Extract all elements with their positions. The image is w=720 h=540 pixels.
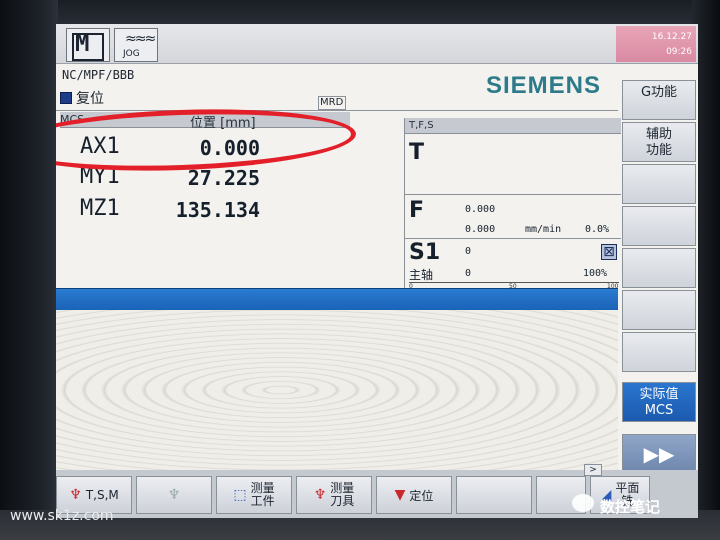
softkey-label: T,S,M <box>85 488 119 502</box>
machine-mode-button[interactable]: M <box>66 28 110 62</box>
divider <box>56 110 618 111</box>
divider <box>405 194 621 195</box>
screen-moire-area <box>56 310 618 470</box>
axis-position: 135.134 <box>175 198 260 222</box>
empty-softkey[interactable] <box>456 476 532 514</box>
feed-override-value: 0.000 <box>465 224 496 235</box>
feed-percent: 0.0% <box>585 224 610 235</box>
empty-softkey[interactable] <box>622 206 696 246</box>
empty-softkey[interactable] <box>622 332 696 372</box>
program-path: NC/MPF/BBB <box>62 68 135 82</box>
tool-icon: ♆ <box>167 487 181 503</box>
reset-status-text: 复位 <box>76 91 104 107</box>
next-page-softkey[interactable]: ▶▶ <box>622 434 696 474</box>
axis-row: MZ1 135.134 <box>60 196 350 224</box>
empty-softkey[interactable] <box>622 164 696 204</box>
spindle-percent: 100% <box>583 268 608 279</box>
more-softkeys-arrow[interactable]: > <box>584 464 602 476</box>
empty-softkey[interactable] <box>622 248 696 288</box>
spindle-sublabel: 主轴 <box>409 268 434 282</box>
jog-wave-icon: ≈≈≈ <box>125 31 156 47</box>
tfs-title: T,F,S <box>405 118 621 134</box>
spindle-stop-icon: ⊠ <box>601 244 617 260</box>
program-block-bar <box>56 288 618 310</box>
wechat-logo-icon <box>572 494 594 512</box>
actual-value-mcs-softkey[interactable]: 实际值 MCS <box>622 382 696 422</box>
cnc-screen: M ≈≈≈ JOG 16.12.27 09:26 NC/MPF/BBB SIEM… <box>56 24 698 518</box>
workpiece-icon: ⬚ <box>233 487 247 503</box>
empty-softkey[interactable]: ♆ <box>136 476 212 514</box>
measure-tool-softkey[interactable]: ♆ 测量 刀具 <box>296 476 372 514</box>
watermark-url: www.sk1z.com <box>10 508 114 524</box>
tool-icon: ♆ <box>69 487 82 503</box>
jog-label: JOG <box>123 49 140 59</box>
jog-mode-button[interactable]: ≈≈≈ JOG <box>114 28 158 62</box>
spindle-override: 0 <box>465 268 472 279</box>
feed-label: F <box>409 198 425 223</box>
time-text: 09:26 <box>666 47 692 57</box>
softkey-label: 测量 工件 <box>250 481 275 508</box>
watermark-brand: 数控笔记 <box>600 498 661 516</box>
position-softkey[interactable]: ▼ 定位 <box>376 476 452 514</box>
date-text: 16.12.27 <box>651 32 692 42</box>
tool-label: T <box>409 140 425 165</box>
double-chevron-right-icon: ▶▶ <box>643 442 675 466</box>
divider <box>405 238 621 239</box>
tfs-panel: T,F,S T F 0.000 0.000 mm/min 0.0% S1 主轴 … <box>404 118 621 290</box>
softkey-label: 定位 <box>409 488 434 503</box>
monitor-bezel-left <box>0 0 58 540</box>
softkey-label: 测量 刀具 <box>330 481 355 508</box>
mrd-indicator: MRD <box>318 96 346 110</box>
feed-unit: mm/min <box>525 224 562 235</box>
spindle-label: S1 <box>409 240 441 265</box>
softkey-label: 辅助 功能 <box>645 127 672 158</box>
axis-name: MZ1 <box>80 196 120 221</box>
header-bar: M ≈≈≈ JOG 16.12.27 09:26 <box>56 24 698 64</box>
measure-workpiece-softkey[interactable]: ⬚ 测量 工件 <box>216 476 292 514</box>
datetime-display: 16.12.27 09:26 <box>616 26 696 62</box>
position-icon: ▼ <box>394 487 406 503</box>
empty-softkey[interactable] <box>622 290 696 330</box>
reset-status-icon <box>60 92 72 104</box>
softkey-label: 实际值 MCS <box>639 387 679 418</box>
softkey-label: G功能 <box>640 85 678 100</box>
siemens-logo: SIEMENS <box>486 72 602 99</box>
tool-icon: ♆ <box>313 487 327 503</box>
channel-status: 复位 <box>60 88 104 108</box>
g-function-softkey[interactable]: G功能 <box>622 80 696 120</box>
aux-function-softkey[interactable]: 辅助 功能 <box>622 122 696 162</box>
feed-value: 0.000 <box>465 204 496 215</box>
machine-mode-icon: M <box>71 29 105 61</box>
spindle-speed: 0 <box>465 246 472 257</box>
